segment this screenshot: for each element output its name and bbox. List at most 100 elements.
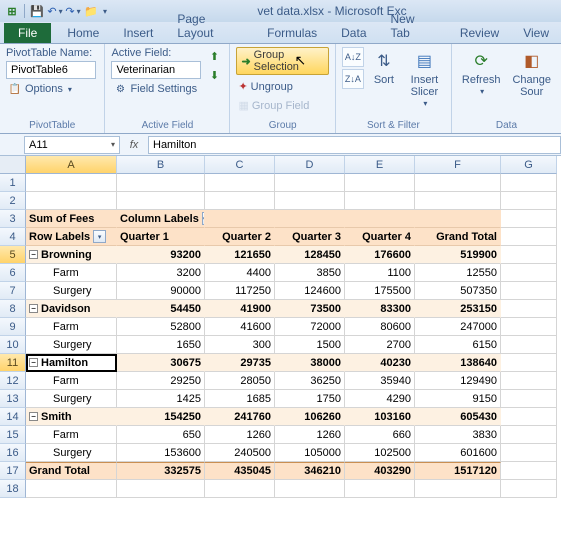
collapse-field-icon[interactable]: ⬇ bbox=[205, 66, 223, 84]
grand-total-header[interactable]: Grand Total bbox=[415, 228, 501, 246]
cell[interactable] bbox=[501, 246, 557, 264]
tab-page-layout[interactable]: Page Layout bbox=[165, 9, 255, 43]
cell[interactable] bbox=[415, 192, 501, 210]
cell[interactable]: 154250 bbox=[117, 408, 205, 426]
cell[interactable] bbox=[117, 192, 205, 210]
cell[interactable]: 605430 bbox=[415, 408, 501, 426]
cell[interactable] bbox=[501, 228, 557, 246]
open-icon[interactable]: 📁 bbox=[83, 3, 99, 19]
col-header-a[interactable]: A bbox=[26, 156, 117, 174]
child-row-label[interactable]: Farm bbox=[26, 264, 117, 282]
active-field-input[interactable] bbox=[111, 61, 201, 79]
cell[interactable] bbox=[501, 300, 557, 318]
cell[interactable]: 138640 bbox=[415, 354, 501, 372]
cell[interactable] bbox=[275, 174, 345, 192]
cell[interactable] bbox=[415, 174, 501, 192]
col-header-c[interactable]: C bbox=[205, 156, 275, 174]
cell[interactable]: 1685 bbox=[205, 390, 275, 408]
pivottable-name-input[interactable] bbox=[6, 61, 96, 79]
row-header[interactable]: 10 bbox=[0, 336, 26, 354]
cell[interactable]: 1517120 bbox=[415, 462, 501, 480]
cell[interactable]: 102500 bbox=[345, 444, 415, 462]
cell[interactable]: 403290 bbox=[345, 462, 415, 480]
tab-new-tab[interactable]: New Tab bbox=[379, 9, 448, 43]
cell[interactable]: 650 bbox=[117, 426, 205, 444]
col-header-d[interactable]: D bbox=[275, 156, 345, 174]
quarter-header[interactable]: Quarter 1 bbox=[117, 228, 205, 246]
cell[interactable]: 90000 bbox=[117, 282, 205, 300]
row-labels-filter-icon[interactable]: ▾ bbox=[93, 230, 106, 243]
cell[interactable] bbox=[501, 354, 557, 372]
row-header[interactable]: 5 bbox=[0, 246, 26, 264]
cell[interactable]: 240500 bbox=[205, 444, 275, 462]
row-labels-cell[interactable]: Row Labels▾ bbox=[26, 228, 117, 246]
cell[interactable]: 332575 bbox=[117, 462, 205, 480]
row-header[interactable]: 17 bbox=[0, 462, 26, 480]
cell[interactable]: 72000 bbox=[275, 318, 345, 336]
chevron-down-icon[interactable]: ▾ bbox=[111, 140, 115, 149]
tab-data[interactable]: Data bbox=[329, 23, 378, 43]
group-row-label[interactable]: −Smith bbox=[26, 408, 117, 426]
row-header[interactable]: 18 bbox=[0, 480, 26, 498]
tab-formulas[interactable]: Formulas bbox=[255, 23, 329, 43]
cell[interactable] bbox=[501, 390, 557, 408]
cell[interactable] bbox=[501, 408, 557, 426]
insert-slicer-button[interactable]: ▤ Insert Slicer ▾ bbox=[404, 47, 445, 110]
child-row-label[interactable]: Surgery bbox=[26, 390, 117, 408]
cell[interactable] bbox=[501, 426, 557, 444]
cell[interactable] bbox=[345, 480, 415, 498]
cell[interactable]: 3200 bbox=[117, 264, 205, 282]
cell[interactable]: 29250 bbox=[117, 372, 205, 390]
cell[interactable] bbox=[26, 174, 117, 192]
cell[interactable]: 1750 bbox=[275, 390, 345, 408]
cell[interactable]: 175500 bbox=[345, 282, 415, 300]
cell[interactable] bbox=[501, 480, 557, 498]
cell[interactable]: 346210 bbox=[275, 462, 345, 480]
cell[interactable] bbox=[205, 210, 275, 228]
cell[interactable] bbox=[345, 210, 415, 228]
cell[interactable]: 519900 bbox=[415, 246, 501, 264]
cell[interactable] bbox=[205, 480, 275, 498]
group-row-label[interactable]: −Davidson bbox=[26, 300, 117, 318]
sort-button[interactable]: ⇅ Sort bbox=[368, 47, 400, 88]
cell[interactable]: 29735 bbox=[205, 354, 275, 372]
cell[interactable] bbox=[345, 174, 415, 192]
cell[interactable]: 1260 bbox=[205, 426, 275, 444]
cell[interactable] bbox=[501, 462, 557, 480]
cell[interactable]: 128450 bbox=[275, 246, 345, 264]
row-header[interactable]: 11 bbox=[0, 354, 26, 372]
cell[interactable] bbox=[205, 192, 275, 210]
cell[interactable]: 41600 bbox=[205, 318, 275, 336]
cell[interactable]: 38000 bbox=[275, 354, 345, 372]
cell[interactable]: 103160 bbox=[345, 408, 415, 426]
cell[interactable]: 41900 bbox=[205, 300, 275, 318]
row-header[interactable]: 7 bbox=[0, 282, 26, 300]
collapse-icon[interactable]: − bbox=[29, 304, 38, 313]
collapse-icon[interactable]: − bbox=[29, 412, 38, 421]
cell[interactable] bbox=[501, 192, 557, 210]
cell[interactable]: 4400 bbox=[205, 264, 275, 282]
cell[interactable] bbox=[501, 264, 557, 282]
cell[interactable]: 3850 bbox=[275, 264, 345, 282]
cell[interactable]: 253150 bbox=[415, 300, 501, 318]
cell[interactable]: 300 bbox=[205, 336, 275, 354]
tab-file[interactable]: File bbox=[4, 23, 51, 43]
ungroup-button[interactable]: ✦ Ungroup bbox=[236, 79, 328, 94]
cell[interactable]: 2700 bbox=[345, 336, 415, 354]
cell[interactable]: 601600 bbox=[415, 444, 501, 462]
collapse-icon[interactable]: − bbox=[29, 358, 38, 367]
child-row-label[interactable]: Farm bbox=[26, 426, 117, 444]
cell[interactable]: 124600 bbox=[275, 282, 345, 300]
cell[interactable]: 52800 bbox=[117, 318, 205, 336]
col-header-b[interactable]: B bbox=[117, 156, 205, 174]
save-icon[interactable]: 💾 bbox=[29, 3, 45, 19]
cell[interactable]: 30675 bbox=[117, 354, 205, 372]
cell[interactable]: 121650 bbox=[205, 246, 275, 264]
cell[interactable]: 6150 bbox=[415, 336, 501, 354]
cell[interactable]: 40230 bbox=[345, 354, 415, 372]
tab-insert[interactable]: Insert bbox=[111, 23, 165, 43]
row-header[interactable]: 6 bbox=[0, 264, 26, 282]
select-all-corner[interactable] bbox=[0, 156, 26, 174]
row-header[interactable]: 13 bbox=[0, 390, 26, 408]
row-header[interactable]: 16 bbox=[0, 444, 26, 462]
